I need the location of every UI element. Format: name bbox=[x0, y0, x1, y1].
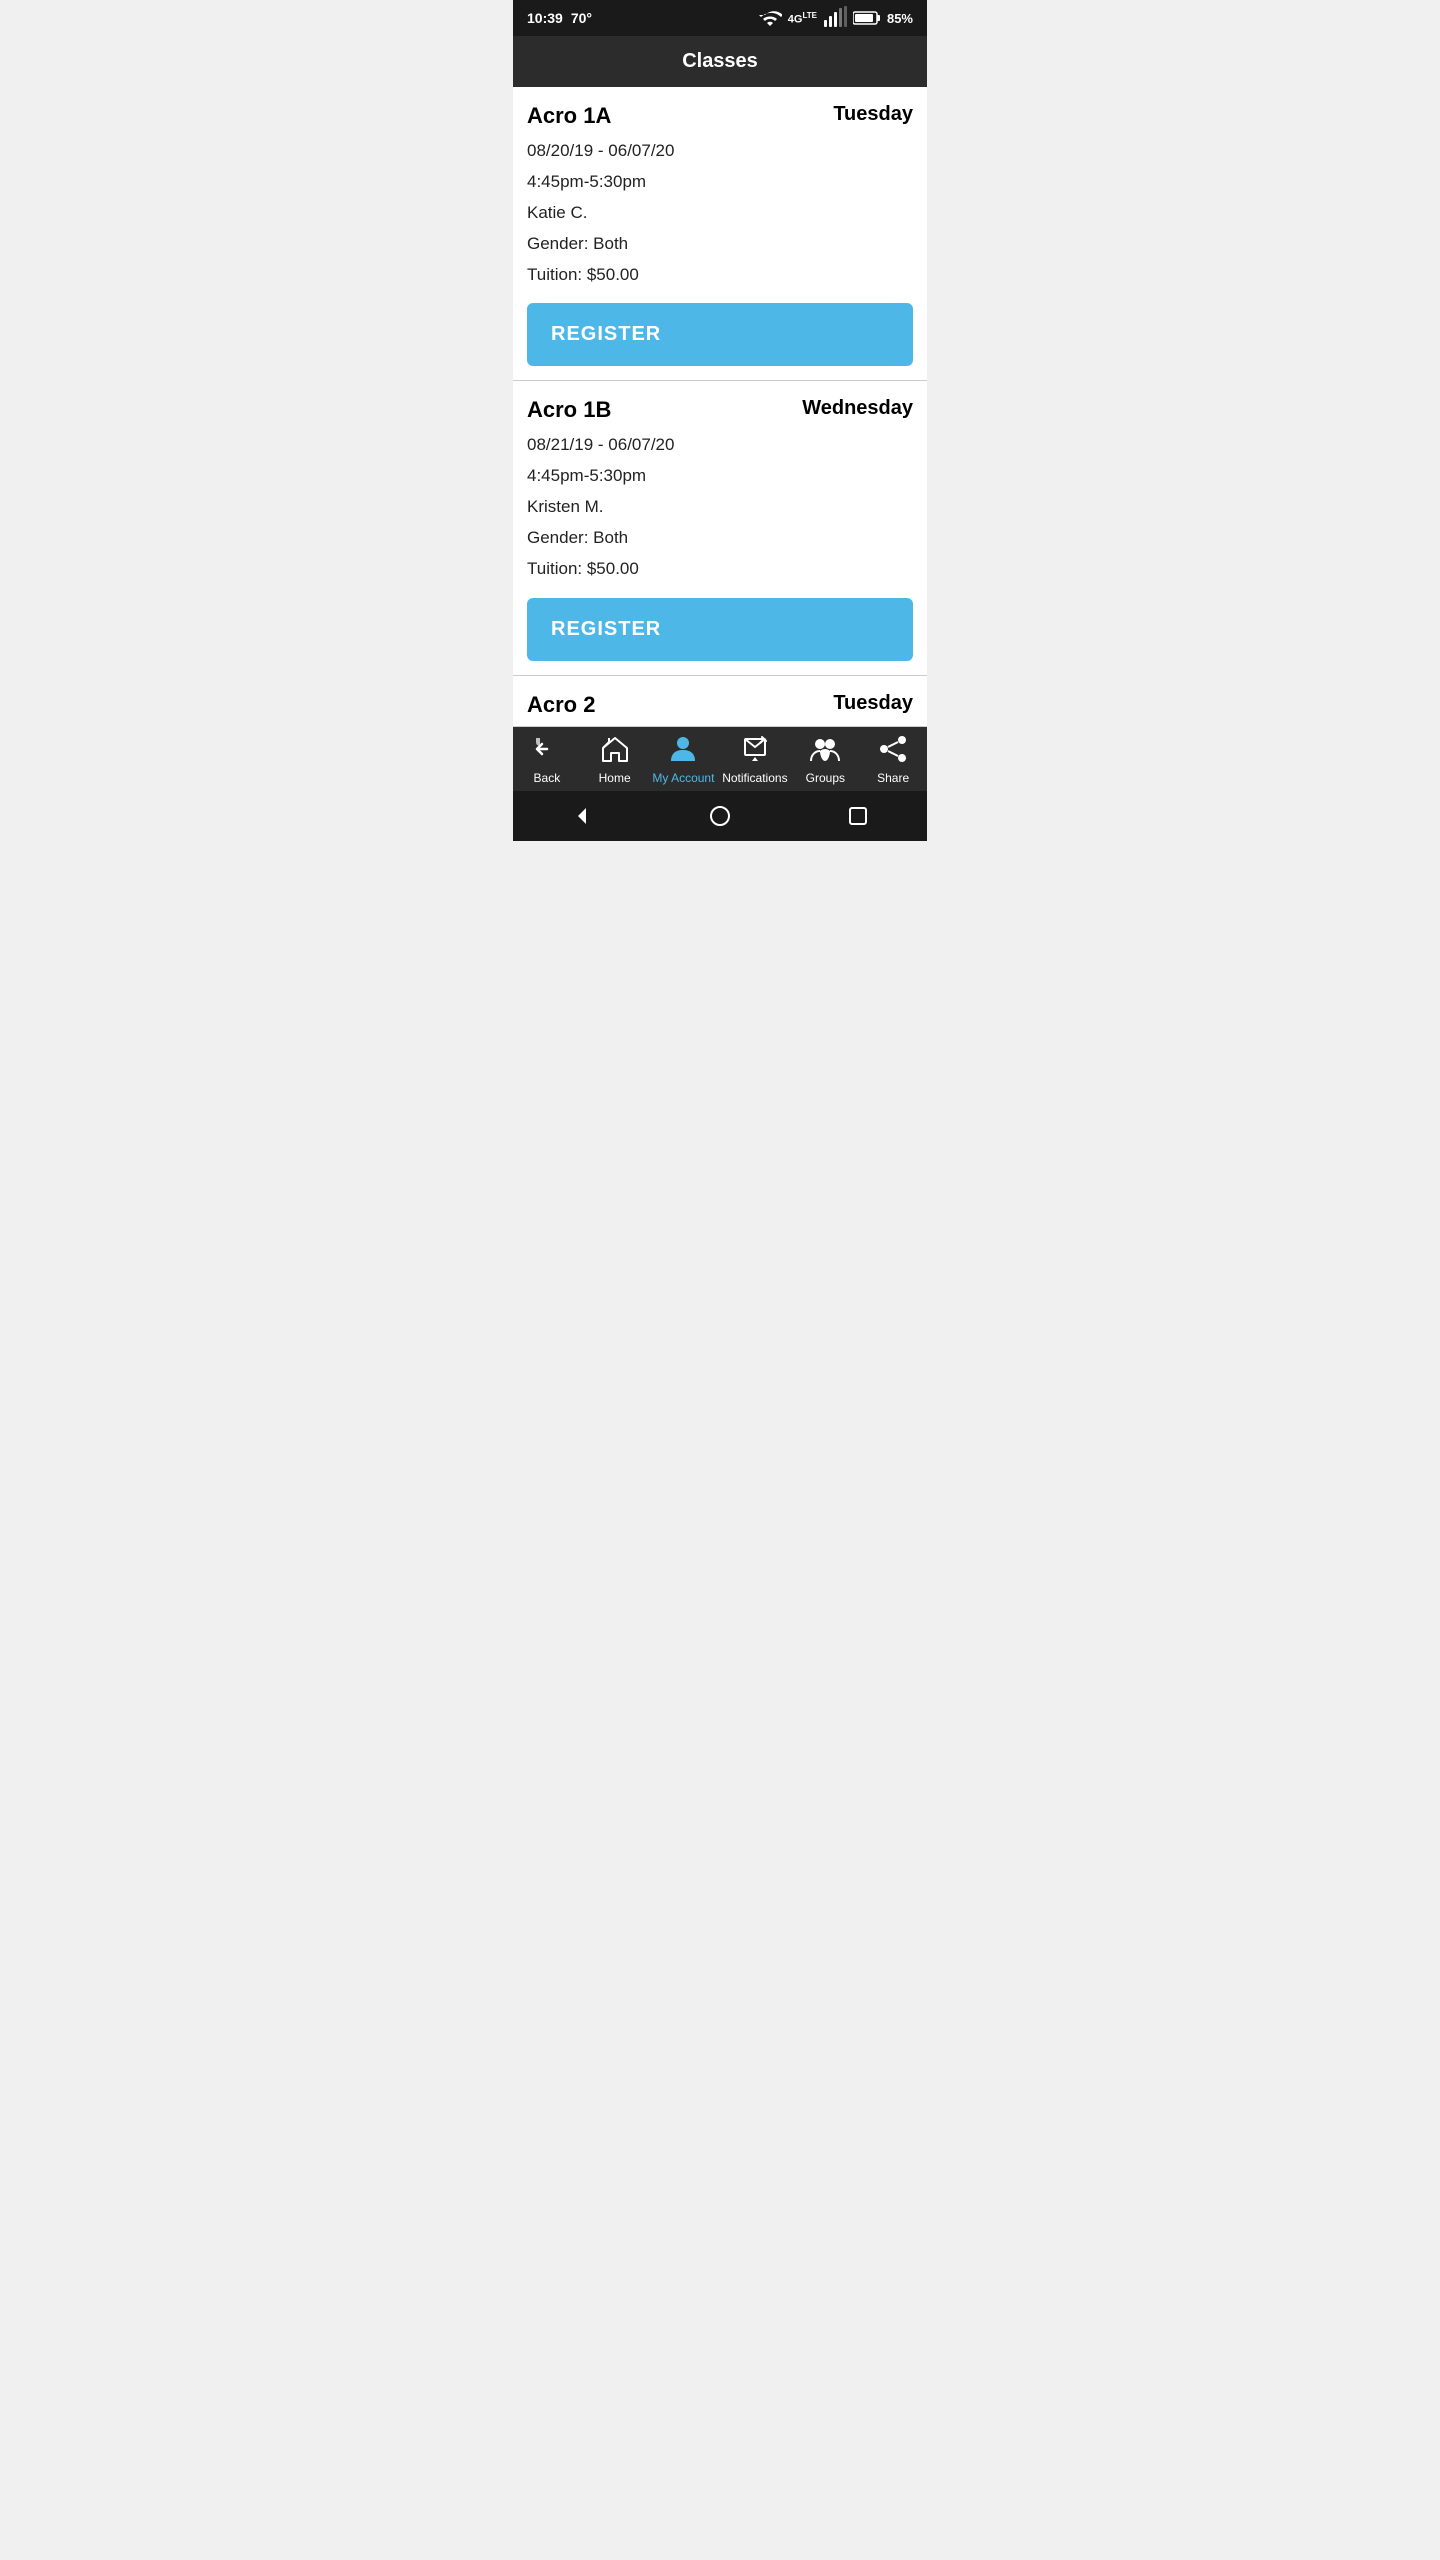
class-date-range: 08/21/19 - 06/07/20 bbox=[527, 431, 913, 460]
android-home-button[interactable] bbox=[700, 801, 740, 831]
class-name: Acro 2 bbox=[527, 692, 595, 718]
notifications-icon bbox=[740, 735, 770, 767]
register-button-acro1b[interactable]: REGISTER bbox=[527, 598, 913, 661]
nav-item-home[interactable]: Home bbox=[585, 735, 645, 785]
myaccount-icon bbox=[668, 735, 698, 767]
time-display: 10:39 bbox=[527, 10, 563, 26]
nav-item-share[interactable]: Share bbox=[863, 735, 923, 785]
back-icon bbox=[532, 735, 562, 767]
battery-percent: 85% bbox=[887, 11, 913, 26]
nav-label-groups: Groups bbox=[806, 771, 845, 785]
nav-item-groups[interactable]: Groups bbox=[795, 735, 855, 785]
android-nav-bar bbox=[513, 791, 927, 841]
class-time-range: 4:45pm-5:30pm bbox=[527, 462, 913, 491]
class-card-acro2: Acro 2 Tuesday bbox=[513, 676, 927, 727]
android-back-button[interactable] bbox=[562, 801, 602, 831]
network-type-icon: 4GLTE bbox=[788, 11, 817, 26]
class-day: Wednesday bbox=[802, 397, 913, 420]
nav-label-share: Share bbox=[877, 771, 909, 785]
nav-label-home: Home bbox=[599, 771, 631, 785]
class-card-header: Acro 1A Tuesday bbox=[527, 103, 913, 129]
class-instructor: Katie C. bbox=[527, 199, 913, 228]
class-name: Acro 1B bbox=[527, 397, 611, 423]
class-card-acro1b: Acro 1B Wednesday 08/21/19 - 06/07/20 4:… bbox=[513, 381, 927, 675]
class-tuition: Tuition: $50.00 bbox=[527, 261, 913, 290]
battery-icon bbox=[853, 10, 881, 26]
nav-label-notifications: Notifications bbox=[722, 771, 787, 785]
nav-label-myaccount: My Account bbox=[652, 771, 714, 785]
class-tuition: Tuition: $50.00 bbox=[527, 555, 913, 584]
nav-item-back[interactable]: Back bbox=[517, 735, 577, 785]
bottom-navigation: Back Home My Account bbox=[513, 727, 927, 791]
class-card-header: Acro 1B Wednesday bbox=[527, 397, 913, 423]
groups-icon bbox=[810, 735, 840, 767]
nav-item-myaccount[interactable]: My Account bbox=[652, 735, 714, 785]
class-instructor: Kristen M. bbox=[527, 493, 913, 522]
class-date-range: 08/20/19 - 06/07/20 bbox=[527, 137, 913, 166]
temperature-display: 70° bbox=[571, 10, 592, 26]
wifi-icon bbox=[758, 6, 782, 30]
class-gender: Gender: Both bbox=[527, 524, 913, 553]
status-bar: 10:39 70° 4GLTE 85% bbox=[513, 0, 927, 36]
signal-icon bbox=[823, 6, 847, 30]
class-gender: Gender: Both bbox=[527, 230, 913, 259]
class-time-range: 4:45pm-5:30pm bbox=[527, 168, 913, 197]
nav-item-notifications[interactable]: Notifications bbox=[722, 735, 787, 785]
class-card-header: Acro 2 Tuesday bbox=[527, 692, 913, 718]
nav-label-back: Back bbox=[534, 771, 561, 785]
share-icon bbox=[878, 735, 908, 767]
classes-list: Acro 1A Tuesday 08/20/19 - 06/07/20 4:45… bbox=[513, 87, 927, 727]
class-day: Tuesday bbox=[833, 692, 913, 715]
page-title: Classes bbox=[682, 50, 758, 72]
page-header: Classes bbox=[513, 36, 927, 87]
register-button-acro1a[interactable]: REGISTER bbox=[527, 303, 913, 366]
class-day: Tuesday bbox=[833, 103, 913, 126]
class-card-acro1a: Acro 1A Tuesday 08/20/19 - 06/07/20 4:45… bbox=[513, 87, 927, 381]
android-recents-button[interactable] bbox=[838, 801, 878, 831]
class-name: Acro 1A bbox=[527, 103, 611, 129]
home-icon bbox=[600, 735, 630, 767]
